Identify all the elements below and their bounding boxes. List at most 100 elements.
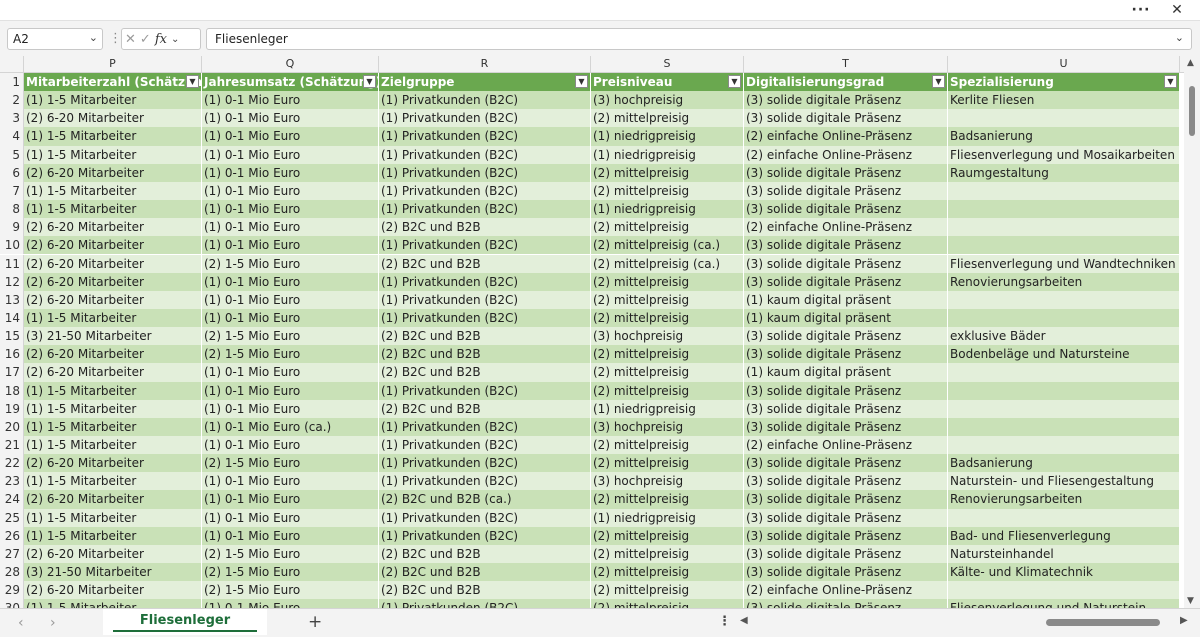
table-cell[interactable]: Bodenbeläge und Natursteine xyxy=(948,345,1180,364)
table-cell[interactable]: (3) solide digitale Präsenz xyxy=(744,236,948,255)
table-cell[interactable]: (1) Privatkunden (B2C) xyxy=(379,526,591,545)
row-header[interactable]: 3 xyxy=(0,109,24,128)
chevron-down-icon[interactable]: ⌄ xyxy=(89,31,98,44)
table-cell[interactable]: (2) B2C und B2B xyxy=(379,563,591,582)
table-cell[interactable]: (3) solide digitale Präsenz xyxy=(744,109,948,128)
table-cell[interactable]: (1) 1-5 Mitarbeiter xyxy=(24,508,202,527)
table-cell[interactable]: (2) mittelpreisig (ca.) xyxy=(591,236,744,255)
table-cell[interactable]: (1) Privatkunden (B2C) xyxy=(379,308,591,328)
row-header[interactable]: 15 xyxy=(0,327,24,346)
table-cell[interactable] xyxy=(948,200,1180,219)
table-cell[interactable]: (1) 1-5 Mitarbeiter xyxy=(24,308,202,328)
column-header-s[interactable]: S xyxy=(591,56,744,72)
table-cell[interactable]: (3) solide digitale Präsenz xyxy=(744,563,948,582)
table-cell[interactable]: (3) 21-50 Mitarbeiter xyxy=(24,327,202,346)
expand-formula-icon[interactable]: ⌄ xyxy=(1175,31,1184,44)
table-cell[interactable]: (2) 6-20 Mitarbeiter xyxy=(24,236,202,255)
table-cell[interactable]: (2) einfache Online-Präsenz xyxy=(744,127,948,146)
table-cell[interactable]: (1) 1-5 Mitarbeiter xyxy=(24,472,202,491)
table-cell[interactable]: (2) 6-20 Mitarbeiter xyxy=(24,290,202,309)
row-header[interactable]: 1 xyxy=(0,73,24,92)
table-cell[interactable]: (2) mittelpreisig (ca.) xyxy=(591,254,744,273)
scroll-right-icon[interactable]: ▶ xyxy=(1180,615,1188,626)
table-cell[interactable]: Renovierungsarbeiten xyxy=(948,490,1180,509)
table-cell[interactable]: (1) 0-1 Mio Euro xyxy=(202,308,379,328)
row-header[interactable]: 4 xyxy=(0,127,24,146)
header-cell-p[interactable]: Mitarbeiterzahl (Schätzung) ▼ xyxy=(24,73,202,92)
table-cell[interactable]: (2) B2C und B2B xyxy=(379,544,591,564)
filter-dropdown-icon[interactable]: ▼ xyxy=(1164,75,1177,88)
column-header-t[interactable]: T xyxy=(744,56,948,72)
table-cell[interactable]: (2) mittelpreisig xyxy=(591,181,744,201)
table-cell[interactable] xyxy=(948,581,1180,600)
row-header[interactable]: 6 xyxy=(0,163,24,182)
table-cell[interactable]: (2) B2C und B2B xyxy=(379,345,591,364)
row-header[interactable]: 23 xyxy=(0,472,24,491)
table-cell[interactable]: (1) Privatkunden (B2C) xyxy=(379,417,591,436)
table-cell[interactable]: (3) solide digitale Präsenz xyxy=(744,526,948,545)
table-cell[interactable]: (1) 0-1 Mio Euro xyxy=(202,599,379,608)
table-cell[interactable]: (1) Privatkunden (B2C) xyxy=(379,145,591,164)
table-cell[interactable]: (1) 0-1 Mio Euro xyxy=(202,127,379,146)
table-cell[interactable]: Bad- und Fliesenverlegung xyxy=(948,526,1180,545)
table-cell[interactable]: (2) mittelpreisig xyxy=(591,109,744,128)
table-cell[interactable]: (2) mittelpreisig xyxy=(591,308,744,328)
header-cell-u[interactable]: Spezialisierung ▼ xyxy=(948,73,1180,92)
table-cell[interactable]: (2) mittelpreisig xyxy=(591,381,744,400)
table-cell[interactable]: (2) 1-5 Mio Euro xyxy=(202,563,379,582)
table-cell[interactable] xyxy=(948,381,1180,400)
table-cell[interactable]: Fliesenverlegung und Mosaikarbeiten xyxy=(948,145,1180,164)
table-cell[interactable]: Naturstein- und Fliesengestaltung xyxy=(948,472,1180,491)
table-cell[interactable]: (3) hochpreisig xyxy=(591,327,744,346)
table-cell[interactable]: (2) mittelpreisig xyxy=(591,436,744,455)
row-header[interactable]: 14 xyxy=(0,308,24,328)
row-header[interactable]: 20 xyxy=(0,417,24,436)
table-cell[interactable]: (1) 0-1 Mio Euro xyxy=(202,218,379,237)
table-cell[interactable]: (2) 6-20 Mitarbeiter xyxy=(24,254,202,273)
column-header-p[interactable]: P xyxy=(24,56,202,72)
header-cell-s[interactable]: Preisniveau ▼ xyxy=(591,73,744,92)
table-cell[interactable]: (1) niedrigpreisig xyxy=(591,399,744,418)
table-cell[interactable]: (2) 6-20 Mitarbeiter xyxy=(24,490,202,509)
table-cell[interactable]: (1) 0-1 Mio Euro xyxy=(202,472,379,491)
table-cell[interactable]: (1) Privatkunden (B2C) xyxy=(379,272,591,291)
row-header[interactable]: 30 xyxy=(0,599,24,608)
table-cell[interactable]: (2) mittelpreisig xyxy=(591,599,744,608)
row-header[interactable]: 29 xyxy=(0,581,24,600)
table-cell[interactable]: (1) Privatkunden (B2C) xyxy=(379,236,591,255)
table-cell[interactable]: (2) mittelpreisig xyxy=(591,272,744,291)
table-cell[interactable]: (1) 0-1 Mio Euro xyxy=(202,272,379,291)
table-cell[interactable]: (3) solide digitale Präsenz xyxy=(744,490,948,509)
table-cell[interactable]: (1) kaum digital präsent xyxy=(744,308,948,328)
row-header[interactable]: 25 xyxy=(0,508,24,527)
row-header[interactable]: 24 xyxy=(0,490,24,509)
table-cell[interactable] xyxy=(948,399,1180,418)
table-cell[interactable]: (2) mittelpreisig xyxy=(591,544,744,564)
table-cell[interactable]: (3) solide digitale Präsenz xyxy=(744,272,948,291)
table-cell[interactable]: (2) 1-5 Mio Euro xyxy=(202,345,379,364)
header-cell-r[interactable]: Zielgruppe ▼ xyxy=(379,73,591,92)
table-cell[interactable]: (1) 0-1 Mio Euro xyxy=(202,490,379,509)
table-cell[interactable]: (3) solide digitale Präsenz xyxy=(744,399,948,418)
table-cell[interactable]: (1) 1-5 Mitarbeiter xyxy=(24,200,202,219)
table-cell[interactable]: (2) mittelpreisig xyxy=(591,218,744,237)
next-sheet-icon[interactable]: › xyxy=(50,615,56,631)
table-cell[interactable]: (1) 1-5 Mitarbeiter xyxy=(24,181,202,201)
table-cell[interactable]: (2) B2C und B2B xyxy=(379,327,591,346)
table-cell[interactable]: (1) 0-1 Mio Euro xyxy=(202,181,379,201)
close-icon[interactable]: ✕ xyxy=(1163,0,1191,20)
row-header[interactable]: 22 xyxy=(0,454,24,473)
table-cell[interactable]: (3) solide digitale Präsenz xyxy=(744,327,948,346)
table-cell[interactable]: (1) Privatkunden (B2C) xyxy=(379,163,591,182)
table-cell[interactable]: (2) B2C und B2B (ca.) xyxy=(379,490,591,509)
table-cell[interactable]: (3) solide digitale Präsenz xyxy=(744,345,948,364)
table-cell[interactable]: (1) 0-1 Mio Euro xyxy=(202,399,379,418)
table-cell[interactable]: Fliesenverlegung und Wandtechniken xyxy=(948,254,1180,273)
table-cell[interactable]: (1) kaum digital präsent xyxy=(744,290,948,309)
table-cell[interactable]: (1) 0-1 Mio Euro xyxy=(202,200,379,219)
table-cell[interactable]: (2) mittelpreisig xyxy=(591,363,744,382)
row-header[interactable]: 8 xyxy=(0,200,24,219)
table-cell[interactable]: (3) solide digitale Präsenz xyxy=(744,254,948,273)
row-header[interactable]: 7 xyxy=(0,181,24,201)
vertical-scroll-thumb[interactable] xyxy=(1189,86,1195,136)
